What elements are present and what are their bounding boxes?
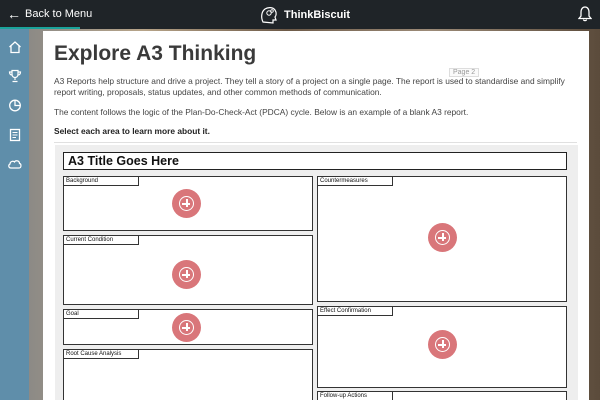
arrow-left-icon: ← <box>7 5 21 22</box>
plus-hotspot-icon[interactable] <box>428 330 457 359</box>
page-title: Explore A3 Thinking <box>54 42 257 65</box>
sidebar-item-home[interactable] <box>5 37 24 56</box>
brain-head-icon <box>261 6 277 24</box>
sidebar-item-achievements[interactable] <box>5 66 24 85</box>
sidebar <box>0 29 29 400</box>
top-bar: ← Back to Menu ThinkBiscuit <box>0 0 600 29</box>
a3-section-countermeasures[interactable]: Countermeasures <box>317 176 567 302</box>
section-label: Follow-up Actions <box>318 392 393 400</box>
a3-section-root-cause-analysis[interactable]: Root Cause Analysis <box>63 349 313 400</box>
divider <box>54 142 577 143</box>
a3-title: A3 Title Goes Here <box>63 152 567 170</box>
sidebar-item-cloud[interactable] <box>5 154 24 173</box>
a3-report-form: A3 Title Goes Here Background Current Co… <box>55 145 578 400</box>
pdca-paragraph: The content follows the logic of the Pla… <box>54 107 469 117</box>
intro-paragraph: A3 Reports help structure and drive a pr… <box>54 76 565 97</box>
sidebar-item-progress[interactable] <box>5 95 24 114</box>
section-label: Effect Confirmation <box>318 307 393 316</box>
notification-bell-icon[interactable] <box>577 6 593 27</box>
home-icon <box>8 40 21 53</box>
section-label: Current Condition <box>64 236 139 245</box>
plus-hotspot-icon[interactable] <box>172 260 201 289</box>
section-label: Background <box>64 177 139 186</box>
section-label: Goal <box>64 310 139 319</box>
plus-hotspot-icon[interactable] <box>172 313 201 342</box>
a3-section-goal[interactable]: Goal <box>63 309 313 345</box>
section-label: Root Cause Analysis <box>64 350 139 359</box>
instruction-text: Select each area to learn more about it. <box>54 126 210 136</box>
a3-section-current-condition[interactable]: Current Condition <box>63 235 313 305</box>
a3-section-background[interactable]: Background <box>63 176 313 231</box>
content-panel: Explore A3 Thinking Page 2 A3 Reports he… <box>43 31 589 400</box>
back-label: Back to Menu <box>25 7 93 20</box>
section-label: Countermeasures <box>318 177 393 186</box>
sidebar-item-resources[interactable] <box>5 125 24 144</box>
brand-name: ThinkBiscuit <box>284 8 351 21</box>
plus-hotspot-icon[interactable] <box>428 223 457 252</box>
a3-section-follow-up-actions[interactable]: Follow-up Actions <box>317 391 567 400</box>
plus-hotspot-icon[interactable] <box>172 189 201 218</box>
back-to-menu-button[interactable]: ← Back to Menu <box>7 0 92 27</box>
document-icon <box>9 128 20 141</box>
cloud-icon <box>7 159 22 169</box>
a3-section-effect-confirmation[interactable]: Effect Confirmation <box>317 306 567 388</box>
pie-chart-icon <box>8 99 21 111</box>
trophy-icon <box>8 69 21 82</box>
brand-logo: ThinkBiscuit <box>258 2 350 27</box>
